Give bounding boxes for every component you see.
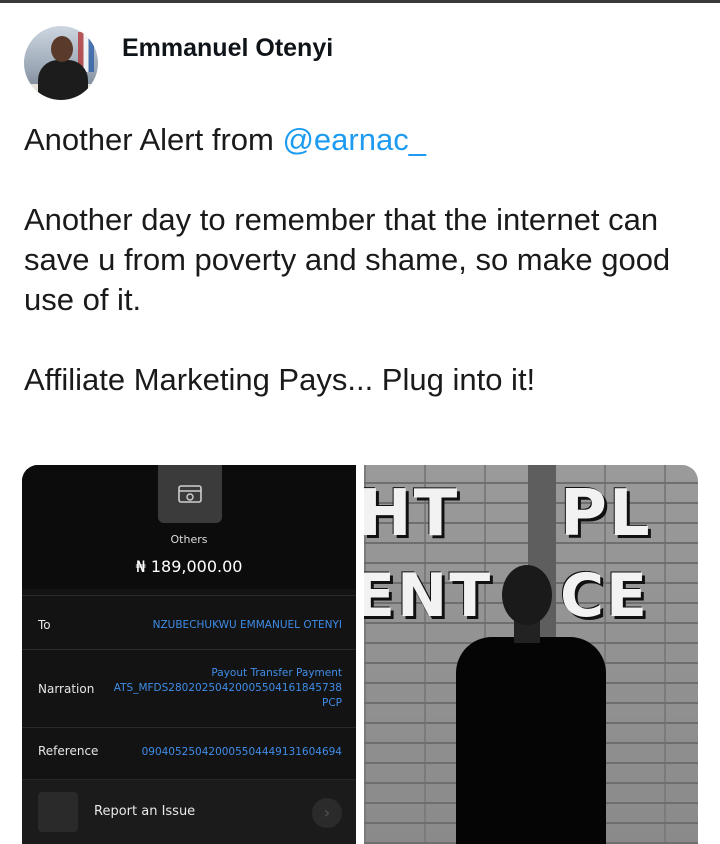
wall-sign-left-bottom: ENT — [364, 561, 493, 631]
report-issue-row[interactable]: Report an Issue › — [22, 779, 356, 844]
author-name[interactable]: Emmanuel Otenyi — [122, 34, 333, 63]
narration-row: Narration Payout Transfer Payment ATS_MF… — [22, 649, 356, 725]
person-head — [502, 565, 552, 625]
to-row: To NZUBECHUKWU EMMANUEL OTENYI — [22, 595, 356, 647]
tweet-line-1: Another Alert from @earnac_ — [24, 120, 704, 160]
tweet-paragraph-2: Another day to remember that the interne… — [24, 202, 671, 317]
reference-row: Reference 090405250420005504449131604694 — [22, 727, 356, 779]
reference-label: Reference — [38, 744, 99, 758]
narration-value: Payout Transfer Payment ATS_MFDS28020250… — [113, 667, 342, 709]
person-photo[interactable]: HT PL ENT CE — [364, 465, 698, 844]
to-value: NZUBECHUKWU EMMANUEL OTENYI — [152, 619, 342, 631]
tweet-text: Another Alert from @earnac_ Another day … — [24, 120, 704, 400]
avatar-body — [38, 60, 88, 100]
transaction-category: Others — [170, 533, 208, 546]
avatar-head — [51, 36, 73, 62]
reference-value: 090405250420005504449131604694 — [141, 746, 342, 758]
bank-icon — [158, 465, 222, 523]
wall-sign-right-top: PL — [560, 477, 652, 551]
report-issue-label: Report an Issue — [94, 804, 196, 819]
narration-label: Narration — [38, 682, 95, 696]
tweet-header: Emmanuel Otenyi — [24, 26, 333, 104]
mention-link[interactable]: @earnac_ — [282, 122, 426, 157]
report-icon — [38, 792, 78, 832]
tweet-line-1-text: Another Alert from — [24, 122, 283, 157]
transaction-amount: ₦ 189,000.00 — [135, 557, 243, 576]
wall-sign-left-top: HT — [364, 477, 460, 551]
person-body — [456, 637, 606, 844]
chevron-right-icon[interactable]: › — [312, 798, 342, 828]
to-label: To — [38, 618, 51, 632]
receipt-image[interactable]: Others ₦ 189,000.00 To NZUBECHUKWU EMMAN… — [22, 465, 356, 844]
tweet-paragraph-3: Affiliate Marketing Pays... Plug into it… — [24, 362, 536, 397]
avatar[interactable] — [24, 26, 98, 100]
wall-sign-right-bottom: CE — [560, 561, 650, 631]
top-divider — [0, 0, 720, 3]
